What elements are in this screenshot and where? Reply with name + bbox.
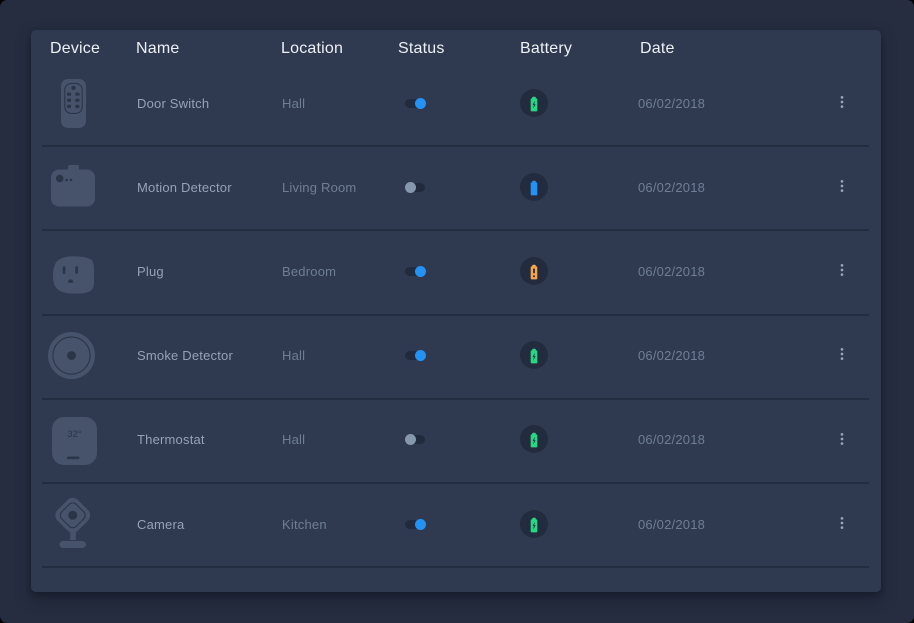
svg-text:32°: 32°: [67, 429, 82, 440]
